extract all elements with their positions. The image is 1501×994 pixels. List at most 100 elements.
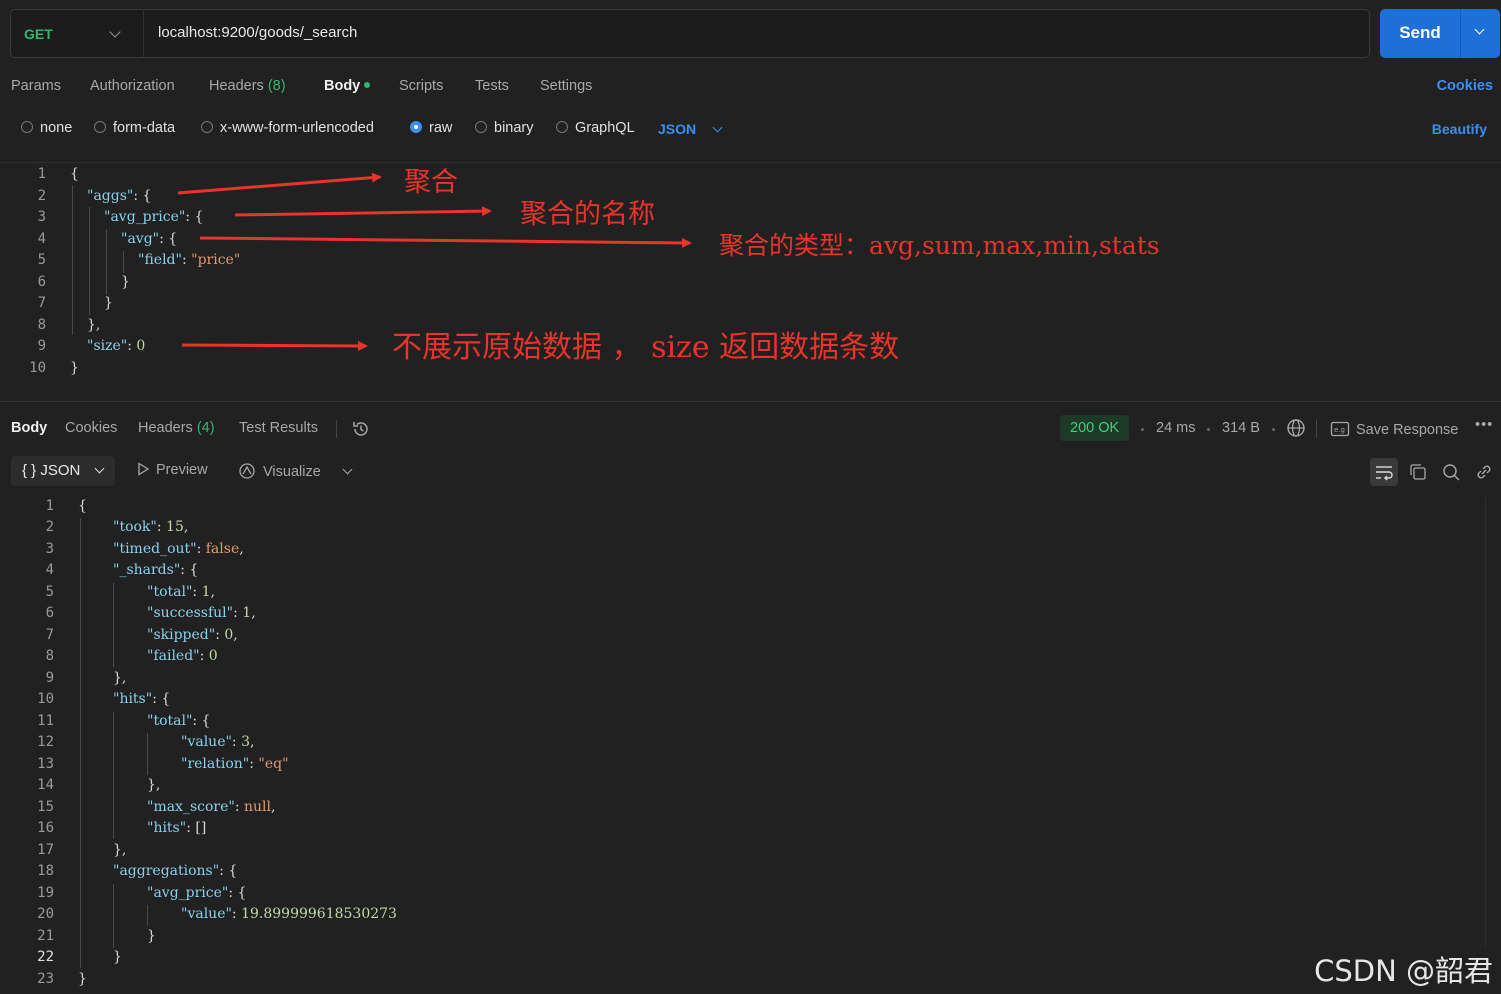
link-button[interactable] <box>1470 458 1498 486</box>
line-number: 22 <box>37 949 54 965</box>
code-line: "value": 3, <box>181 734 255 750</box>
search-button[interactable] <box>1437 458 1465 486</box>
link-icon <box>1477 465 1491 479</box>
code-line: "hits": { <box>113 691 171 707</box>
code-line: "timed_out": false, <box>113 541 244 557</box>
code-line: "hits": [] <box>147 820 207 836</box>
annotation-size: 不展示原始数据 ， size 返回数据条数 <box>392 330 900 365</box>
json-key: "aggregations" <box>113 863 220 879</box>
json-key: "hits" <box>113 691 153 707</box>
more-options-icon[interactable]: ••• <box>1475 417 1493 433</box>
search-icon <box>1443 464 1460 481</box>
tab-response-headers-label: Headers <box>138 420 193 436</box>
save-response-icon: e.g <box>1330 421 1350 437</box>
response-headers-count-value: (4) <box>196 420 215 436</box>
json-bool: false <box>205 541 240 557</box>
code-line: "successful": 1, <box>147 605 256 621</box>
separator-dot <box>1207 428 1210 431</box>
arrow-aggs <box>177 172 382 195</box>
tab-response-cookies[interactable]: Cookies <box>65 420 117 436</box>
line-number: 11 <box>37 713 54 729</box>
response-tabs: Body Cookies Headers (4) Test Results 20… <box>0 415 1501 441</box>
code-line: "value": 19.899999618530273 <box>181 906 397 922</box>
json-key: "_shards" <box>113 562 181 578</box>
code-line: "total": { <box>147 713 211 729</box>
json-key: "value" <box>181 734 232 750</box>
line-number: 8 <box>45 648 54 664</box>
status-badge[interactable]: 200 OK <box>1060 415 1130 441</box>
tab-response-body[interactable]: Body <box>11 420 47 436</box>
line-number: 15 <box>37 799 54 815</box>
json-key: "max_score" <box>147 799 235 815</box>
json-key: "avg_price" <box>147 885 229 901</box>
copy-button[interactable] <box>1404 458 1432 486</box>
json-number: 19.899999618530273 <box>241 906 397 922</box>
watermark: CSDN @韶君 <box>1314 954 1493 988</box>
code-brace: } <box>147 928 156 944</box>
response-format-select[interactable]: { } JSON <box>11 456 115 486</box>
response-time[interactable]: 24 ms <box>1156 420 1196 436</box>
visualize-label: Visualize <box>263 464 321 480</box>
divider <box>336 420 337 438</box>
tab-response-headers[interactable]: Headers (4) <box>138 420 215 436</box>
line-number: 7 <box>45 627 54 643</box>
line-number: 13 <box>37 756 54 772</box>
code-line: "took": 15, <box>113 519 189 535</box>
code-brace: }, <box>113 842 127 858</box>
chevron-down-icon <box>94 463 105 474</box>
json-number: 1 <box>201 584 211 600</box>
line-number: 20 <box>37 906 54 922</box>
chevron-down-icon[interactable] <box>342 464 353 475</box>
indent-guide <box>113 583 114 667</box>
visualize-button[interactable]: Visualize <box>237 462 321 480</box>
globe-icon[interactable] <box>1286 418 1306 438</box>
json-key: "successful" <box>147 605 234 621</box>
indent-guide <box>113 884 114 948</box>
line-number: 2 <box>45 519 54 535</box>
visualize-icon <box>239 463 255 479</box>
save-response-label: Save Response <box>1356 422 1459 438</box>
annotation-avg-type: 聚合的类型：avg,sum,max,min,stats <box>719 231 1160 260</box>
json-number: 15 <box>166 519 184 535</box>
json-key: "value" <box>181 906 232 922</box>
divider <box>1316 420 1317 438</box>
code-brace: } <box>78 971 87 987</box>
json-number: 3 <box>241 734 251 750</box>
tab-test-results[interactable]: Test Results <box>239 420 318 436</box>
indent-guide <box>147 905 148 926</box>
response-body-viewer[interactable]: 1 2 3 4 5 6 7 8 9 10 11 12 13 14 15 16 1… <box>0 494 1501 994</box>
json-key: "failed" <box>147 648 200 664</box>
wrap-lines-button[interactable] <box>1370 458 1398 486</box>
line-number: 3 <box>45 541 54 557</box>
code-brace: }, <box>147 777 161 793</box>
json-number: 0 <box>208 648 218 664</box>
code-line: "failed": 0 <box>147 648 218 664</box>
code-line: "_shards": { <box>113 562 199 578</box>
line-number: 21 <box>37 928 54 944</box>
code-line: "aggregations": { <box>113 863 238 879</box>
copy-icon <box>1410 464 1426 480</box>
braces-icon: { } <box>22 462 37 479</box>
preview-button[interactable]: Preview <box>136 462 208 478</box>
json-key: "took" <box>113 519 157 535</box>
line-number: 14 <box>37 777 54 793</box>
line-number: 1 <box>45 498 54 514</box>
code-line: "avg_price": { <box>147 885 247 901</box>
response-size[interactable]: 314 B <box>1222 420 1260 436</box>
line-number: 9 <box>45 670 54 686</box>
separator-dot <box>1141 428 1144 431</box>
play-icon <box>138 462 150 476</box>
annotation-avg-price: 聚合的名称 <box>520 199 655 230</box>
scrollbar[interactable] <box>1485 497 1497 947</box>
code-line: "max_score": null, <box>147 799 276 815</box>
json-key: "hits" <box>147 820 187 836</box>
line-number: 5 <box>45 584 54 600</box>
code-brace: { <box>78 498 87 514</box>
json-number: 0 <box>224 627 234 643</box>
indent-guide <box>113 712 114 839</box>
history-icon[interactable] <box>351 419 371 439</box>
line-number: 17 <box>37 842 54 858</box>
indent-guide <box>147 733 148 775</box>
save-response-button[interactable]: e.g Save Response <box>1330 420 1458 438</box>
line-number: 19 <box>37 885 54 901</box>
